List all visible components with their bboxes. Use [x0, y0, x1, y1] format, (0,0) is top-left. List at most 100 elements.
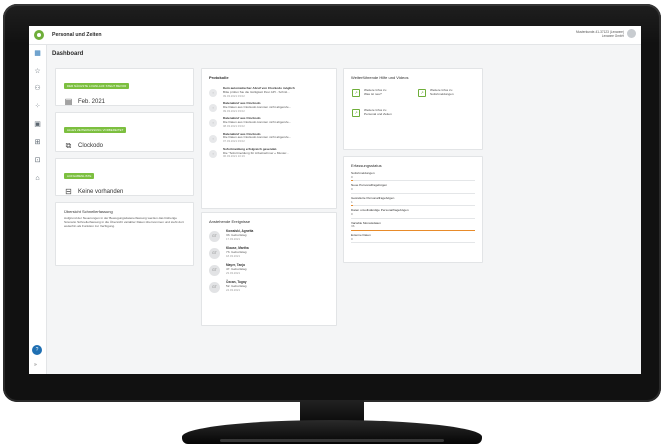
- list-item[interactable]: GT Kowalski, Agnetta 33. Geburtstag 17.0…: [209, 229, 329, 242]
- status-count: 0: [351, 187, 353, 192]
- help-button[interactable]: ?: [32, 345, 42, 355]
- status-count: 0: [351, 174, 353, 179]
- status-progress-bar: [351, 180, 475, 182]
- list-item[interactable]: ! Datenabruf aus Clockodo Die Daten aus …: [209, 117, 329, 128]
- kpi-badge: DER NÄCHSTE LOHNLAUF STEHT BEVOR: [64, 83, 130, 89]
- user-account: Musterkunde-41-37123 (Lexware): [575, 29, 624, 34]
- kpi-badge: ALLES ZEITERFASSUNG VORBEREITET: [64, 127, 127, 133]
- list-item[interactable]: GT Mayer, Tanja 47. Geburtstag 23.03.202…: [209, 263, 329, 276]
- list-item[interactable]: ! Datenabruf aus Clockodo Die Daten aus …: [209, 101, 329, 113]
- event-date: 17.03.2021: [226, 236, 240, 241]
- protocol-date: 09.03.2021 03:02: [223, 108, 245, 113]
- event-date: 18.03.2021: [226, 253, 240, 258]
- status-item[interactable]: Daten unvollständige Personalfragebögen 0: [351, 208, 475, 219]
- event-avatar: GT: [209, 248, 220, 259]
- erfassung-title: Erfassungsstatus: [351, 163, 382, 168]
- status-progress-bar: [351, 229, 475, 231]
- status-progress-fill: [351, 205, 354, 207]
- kpi-value: Keine vorhanden: [78, 188, 124, 195]
- protocol-date: 09.03.2021 03:02: [223, 93, 245, 98]
- monitor-stand-rim: [220, 439, 444, 442]
- status-count: 0: [351, 236, 353, 241]
- kpi-card-aufgaben[interactable]: AUFGABENLISTE ⊟ Keine vorhanden: [55, 158, 194, 196]
- list-item[interactable]: GT Klause, Martha 73. Geburtstag 18.03.2…: [209, 246, 329, 259]
- avatar[interactable]: [627, 29, 636, 38]
- user-info: Musterkunde-41-37123 (Lexware) Lexware G…: [576, 30, 624, 38]
- event-avatar: GT: [209, 282, 220, 293]
- org-icon[interactable]: ⁘: [33, 102, 42, 111]
- info-card-schnellerfassung: Übersicht Schnellerfassung Aufgrund der …: [55, 202, 194, 266]
- list-item[interactable]: ! Kein automatischer Abruf von Clockodo …: [209, 86, 329, 98]
- user-company: Lexware GmbH: [601, 33, 624, 38]
- status-progress-fill: [351, 229, 475, 231]
- info-card-text: Aufgrund der Neuerungen in der Bewegungs…: [64, 216, 184, 228]
- grid-icon[interactable]: ⊡: [33, 156, 42, 165]
- status-item[interactable]: Neue Personalfragebögen 0: [351, 184, 475, 194]
- calculator-icon[interactable]: ⊞: [33, 138, 42, 147]
- status-item[interactable]: Sofortmeldungen 0: [351, 171, 475, 182]
- app-logo-icon[interactable]: [34, 30, 44, 40]
- link-line2: Sofortmeldungen: [430, 91, 454, 96]
- hilfe-card: Weiterführende Hilfe und Videos ↗ Weiter…: [343, 68, 483, 150]
- monitor-frame: Personal und Zeiten Musterkunde-41-37123…: [3, 4, 661, 402]
- top-bar: Personal und Zeiten Musterkunde-41-37123…: [29, 26, 641, 45]
- status-count: 36: [351, 224, 355, 229]
- erfassung-card: Erfassungsstatus Sofortmeldungen 0 Neue Pe…: [343, 156, 483, 263]
- list-item[interactable]: ! Sofortmeldung erfolgreich gesendet. Di…: [209, 147, 329, 159]
- link-line2: Personal und Zeiten: [364, 111, 392, 116]
- kpi-value: Feb. 2021: [78, 98, 106, 105]
- protocol-icon: !: [209, 104, 217, 113]
- protocol-date: 07.03.2021 03:02: [223, 139, 245, 144]
- help-link-sofortmeldungen[interactable]: ↗ Weitere Infos zu Sofortmeldungen: [418, 88, 454, 97]
- status-item[interactable]: Geänderte Personalfragebögen 1: [351, 196, 475, 207]
- status-progress-bar: [351, 217, 475, 219]
- list-item[interactable]: ! Datenabruf aus Clockodo Die Daten aus …: [209, 132, 329, 144]
- people-icon[interactable]: ⚇: [33, 84, 42, 93]
- event-avatar: GT: [209, 231, 220, 242]
- status-progress-bar: [351, 192, 475, 194]
- status-progress-bar: [351, 205, 475, 207]
- status-item[interactable]: Variable Monatsdaten 36: [351, 221, 475, 231]
- page-title: Dashboard: [52, 51, 84, 57]
- expand-sidebar-icon[interactable]: »: [34, 362, 37, 368]
- note-icon: ⊟: [65, 187, 72, 196]
- star-icon[interactable]: ☆: [33, 67, 42, 76]
- event-avatar: GT: [209, 265, 220, 276]
- kpi-badge: AUFGABENLISTE: [64, 173, 95, 179]
- ereignisse-title: Anstehende Ereignisse: [209, 219, 251, 224]
- building-icon[interactable]: ⌂: [33, 174, 42, 183]
- monitor-neck: [300, 400, 364, 422]
- help-link-was-ist-neu[interactable]: ↗ Weitere Infos zu Was ist neu?: [352, 88, 386, 97]
- app-screen: Personal und Zeiten Musterkunde-41-37123…: [29, 26, 641, 374]
- protokolle-title: Protokolle: [209, 75, 229, 80]
- status-count: 1: [351, 199, 353, 204]
- protocol-icon: !: [209, 134, 217, 143]
- kpi-card-lohnlauf[interactable]: DER NÄCHSTE LOHNLAUF STEHT BEVOR ▤ Feb. …: [55, 68, 194, 106]
- event-date: 24.03.2021: [226, 287, 240, 292]
- external-link-icon: ↗: [418, 89, 426, 97]
- protocol-icon: !: [209, 119, 217, 128]
- dashboard-icon[interactable]: ▦: [33, 49, 42, 58]
- app-title: Personal und Zeiten: [52, 32, 102, 38]
- status-count: 0: [351, 211, 353, 216]
- info-card-title: Übersicht Schnellerfassung: [64, 209, 113, 214]
- link-line2: Was ist neu?: [364, 91, 382, 96]
- kpi-value: Clockodo: [78, 142, 104, 149]
- kpi-card-zeiterfassung[interactable]: ALLES ZEITERFASSUNG VORBEREITET ⧉ Clocko…: [55, 112, 194, 152]
- list-item[interactable]: GT Özcan, Tugay 52. Geburtstag 24.03.202…: [209, 280, 329, 293]
- event-date: 23.03.2021: [226, 270, 240, 275]
- protocol-icon: !: [209, 149, 217, 158]
- protocol-date: 06.03.2021 10:19: [223, 154, 245, 159]
- external-link-icon: ↗: [352, 89, 360, 97]
- user-menu[interactable]: Musterkunde-41-37123 (Lexware) Lexware G…: [576, 29, 636, 38]
- calendar-icon[interactable]: ▣: [33, 120, 42, 129]
- external-link-icon: ⧉: [65, 141, 72, 150]
- help-link-personal-und-zeiten[interactable]: ↗ Weitere Infos zu Personal und Zeiten: [352, 108, 392, 117]
- hilfe-title: Weiterführende Hilfe und Videos: [351, 75, 409, 80]
- status-item[interactable]: Externe Daten 0: [351, 233, 475, 244]
- sidebar: ▦ ☆ ⚇ ⁘ ▣ ⊞ ⊡ ⌂ ? »: [29, 45, 47, 374]
- status-progress-fill: [351, 180, 354, 182]
- protocol-date: 08.03.2021 03:02: [223, 123, 245, 128]
- status-progress-bar: [351, 242, 475, 244]
- protocol-icon: !: [209, 89, 217, 97]
